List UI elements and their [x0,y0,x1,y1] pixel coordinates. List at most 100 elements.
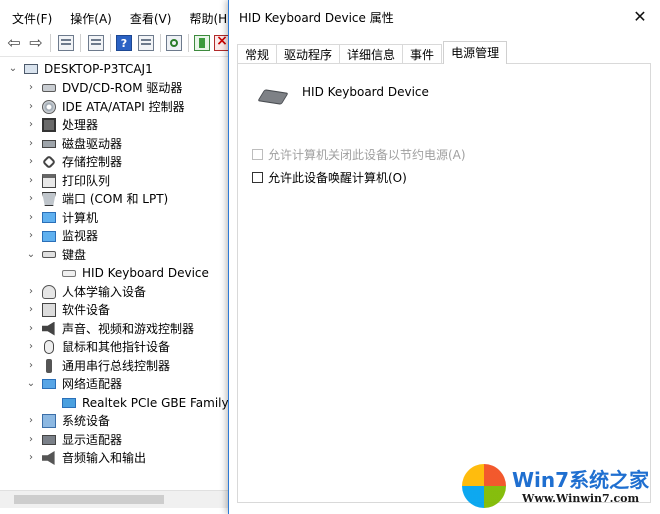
ide-controller-icon [42,99,56,114]
chevron-down-icon[interactable]: ⌄ [26,246,36,264]
toolbar-separator [160,34,161,52]
tree-item-usb[interactable]: › 通用串行总线控制器 [26,357,170,375]
tree-item-label: 通用串行总线控制器 [62,358,171,373]
computer-icon [42,212,56,223]
toolbar-separator [80,34,81,52]
tree-item-label: Realtek PCIe GBE Family Co [82,395,249,410]
dialog-title: HID Keyboard Device 属性 [239,11,394,25]
chevron-right-icon[interactable]: › [26,153,36,171]
chevron-right-icon[interactable]: › [26,135,36,153]
back-icon[interactable]: ⇦ [6,35,22,51]
allow-power-off-label: 允许计算机关闭此设备以节约电源(A) [268,148,466,162]
chevron-down-icon[interactable]: ⌄ [26,375,36,393]
tree-item-sound[interactable]: › 声音、视频和游戏控制器 [26,320,194,338]
tree-item-label: IDE ATA/ATAPI 控制器 [62,99,185,114]
horizontal-scrollbar[interactable] [0,490,228,508]
tree-item-storage[interactable]: › 存储控制器 [26,153,122,171]
tree-item-network[interactable]: ⌄ 网络适配器 [26,375,122,393]
tree-item-keyboards[interactable]: ⌄ 键盘 [26,246,86,264]
usb-controller-icon [46,358,52,373]
port-icon [42,192,56,206]
scrollbar-thumb[interactable] [14,495,164,504]
chevron-right-icon[interactable]: › [26,320,36,338]
toolbar: ⇦ ⇨ ? [0,30,240,57]
tree-item-label: 软件设备 [62,303,111,317]
tree-item-label: 计算机 [62,210,99,225]
display-adapter-icon [42,434,56,445]
tree-item-monitors[interactable]: › 监视器 [26,227,98,245]
update-driver-icon[interactable] [194,35,210,51]
tree-item-computer[interactable]: › 计算机 [26,209,98,227]
chevron-right-icon[interactable]: › [26,172,36,190]
chevron-right-icon[interactable]: › [26,98,36,116]
scan-hardware-icon[interactable] [166,35,182,51]
chevron-right-icon[interactable]: › [26,190,36,208]
chevron-right-icon[interactable]: › [26,116,36,134]
tab-events[interactable]: 事件 [402,44,443,64]
toolbar-separator [110,34,111,52]
tree-item-realtek[interactable]: Realtek PCIe GBE Family Co [62,394,248,412]
tree-item-ports[interactable]: › 端口 (COM 和 LPT) [26,190,168,208]
tree-item-label: 键盘 [62,247,87,262]
properties-icon[interactable] [88,35,104,51]
tree-item-label: 端口 (COM 和 LPT) [62,192,169,206]
show-hide-tree-icon[interactable] [58,35,74,51]
device-name: HID Keyboard Device [302,85,429,99]
monitor-icon [42,230,56,242]
forward-icon[interactable]: ⇨ [28,35,44,51]
tree-item-hid-keyboard[interactable]: HID Keyboard Device [62,264,209,282]
tree-item-print-queue[interactable]: › 打印队列 [26,172,110,190]
chevron-right-icon[interactable]: › [26,449,36,467]
chevron-right-icon[interactable]: › [26,283,36,301]
chevron-down-icon[interactable]: ⌄ [8,60,18,78]
menu-action[interactable]: 操作(A) [58,8,118,30]
tree-item-label: 系统设备 [62,414,111,428]
tree-item-mouse[interactable]: › 鼠标和其他指针设备 [26,338,170,356]
tree-item-display[interactable]: › 显示适配器 [26,431,122,449]
chevron-right-icon[interactable]: › [26,431,36,449]
network-adapter-icon [42,379,56,389]
tree-root-label: DESKTOP-P3TCAJ1 [44,62,153,76]
chevron-right-icon[interactable]: › [26,209,36,227]
tab-power-management[interactable]: 电源管理 [443,41,508,64]
tree-item-processor[interactable]: › 处理器 [26,116,98,134]
chevron-right-icon[interactable]: › [26,338,36,356]
toolbar-separator [50,34,51,52]
tree-item-label: HID Keyboard Device [82,266,209,280]
tree-root[interactable]: ⌄ DESKTOP-P3TCAJ1 [8,60,153,78]
tree-item-label: 磁盘驱动器 [62,136,123,151]
menu-file[interactable]: 文件(F) [0,8,58,30]
menu-view[interactable]: 查看(V) [118,8,178,30]
allow-wake-option[interactable]: 允许此设备唤醒计算机(O) [252,169,407,186]
tree-item-label: 网络适配器 [62,377,123,391]
tree-item-software[interactable]: › 软件设备 [26,301,110,319]
allow-wake-checkbox[interactable] [252,172,263,183]
tree-item-disk[interactable]: › 磁盘驱动器 [26,135,122,153]
tree-item-dvd[interactable]: › DVD/CD-ROM 驱动器 [26,79,182,97]
watermark-url: Www.Winwin7.com [522,492,640,505]
tree-item-label: 显示适配器 [62,432,123,447]
storage-controller-icon [41,154,57,170]
tree-item-ide[interactable]: › IDE ATA/ATAPI 控制器 [26,98,185,116]
action-pane-icon[interactable] [138,35,154,51]
tree-item-audio-io[interactable]: › 音频输入和输出 [26,449,146,467]
chevron-right-icon[interactable]: › [26,301,36,319]
tree-item-label: 人体学输入设备 [62,284,147,299]
close-icon[interactable]: ✕ [629,6,651,28]
toolbar-separator [188,34,189,52]
tree-item-hid[interactable]: › 人体学输入设备 [26,283,146,301]
keyboard-icon [42,251,56,258]
chevron-right-icon[interactable]: › [26,227,36,245]
chevron-right-icon[interactable]: › [26,412,36,430]
help-icon[interactable]: ? [116,35,132,51]
tree-item-label: 打印队列 [62,173,111,188]
chevron-right-icon[interactable]: › [26,79,36,97]
chevron-right-icon[interactable]: › [26,357,36,375]
tab-general[interactable]: 常规 [237,44,278,64]
tab-details[interactable]: 详细信息 [339,44,404,64]
tree-item-label: DVD/CD-ROM 驱动器 [62,81,183,95]
system-device-icon [42,414,56,428]
tree-item-label: 存储控制器 [62,155,123,169]
tab-driver[interactable]: 驱动程序 [276,44,341,64]
tree-item-system[interactable]: › 系统设备 [26,412,110,430]
